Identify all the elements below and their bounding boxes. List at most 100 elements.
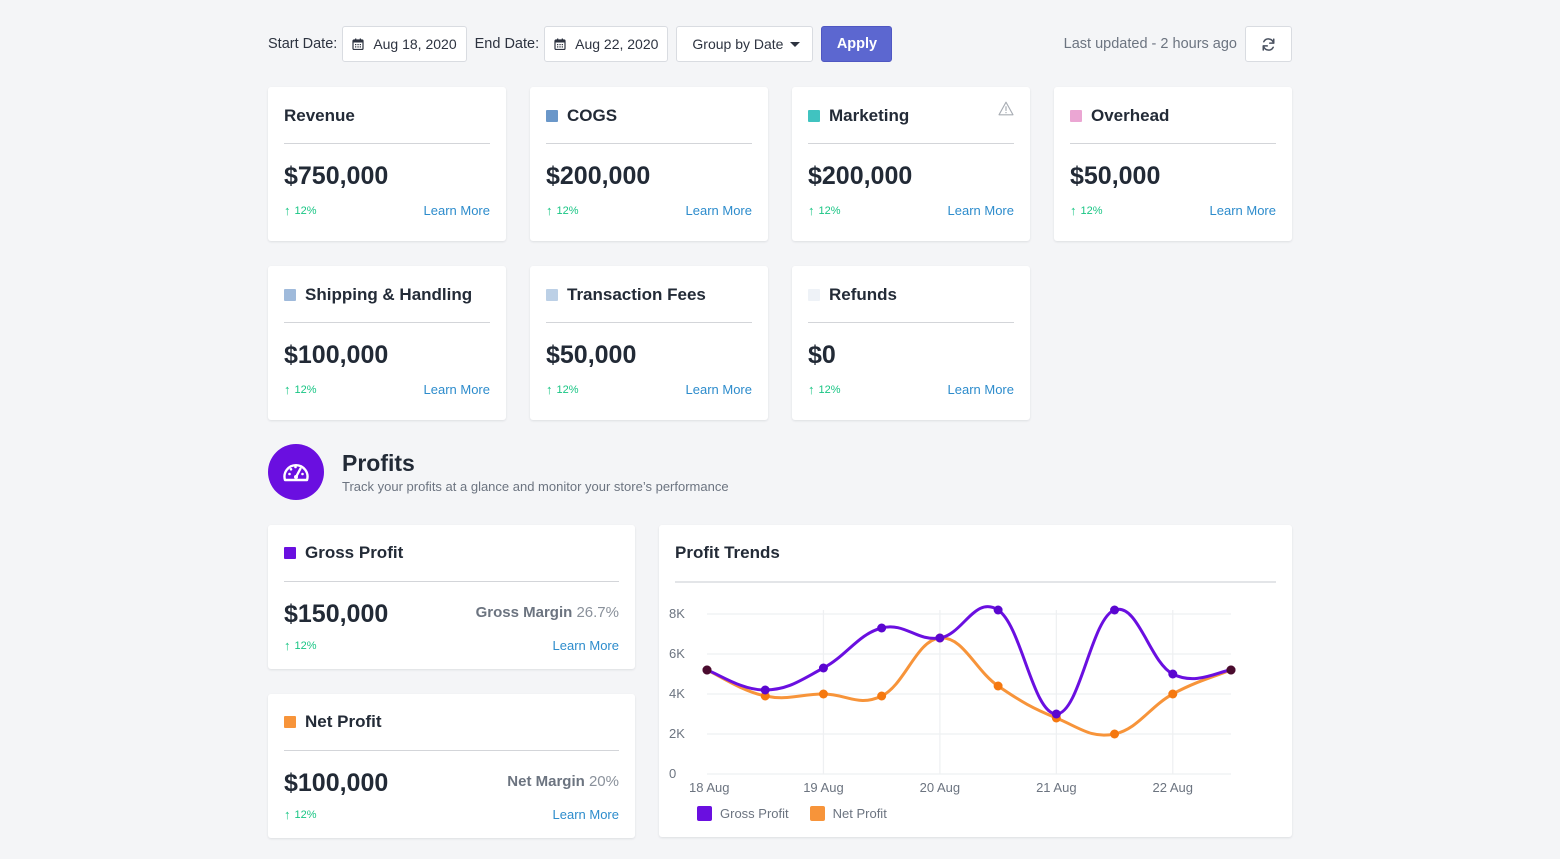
y-tick-label: 8K (669, 606, 685, 621)
metric-card-overhead: Overhead $50,000 ↑ 12% Learn More (1054, 87, 1292, 241)
metric-value: $200,000 (808, 162, 913, 190)
color-swatch (284, 547, 296, 559)
metric-value: $200,000 (546, 162, 651, 190)
start-date-picker[interactable]: Aug 18, 2020 (342, 26, 467, 62)
data-point-gross-profit (1226, 665, 1236, 675)
end-date-value: Aug 22, 2020 (575, 36, 659, 52)
divider (284, 322, 490, 323)
arrow-up-icon: ↑ (808, 203, 815, 218)
legend-item-net-profit[interactable]: Net Profit (809, 806, 887, 821)
profit-trends-chart: 0 2K 4K 6K 8K 18 Aug 19 Aug 20 Aug 21 Aug 22 Aug (669, 605, 1236, 795)
calendar-icon (352, 38, 364, 50)
metric-value: $50,000 (546, 341, 637, 369)
metric-title: Transaction Fees (567, 285, 706, 304)
color-swatch (546, 110, 558, 122)
y-tick-label: 2K (669, 726, 685, 741)
data-point-net-profit (1168, 689, 1178, 699)
margin-label: Gross Margin (475, 604, 573, 621)
learn-more-link[interactable]: Learn More (1210, 203, 1276, 218)
metric-title: Refunds (829, 285, 897, 304)
divider (546, 322, 752, 323)
data-point-gross-profit (935, 633, 945, 643)
data-point-gross-profit (818, 663, 828, 673)
profits-section-icon (268, 444, 324, 500)
margin-value: 26.7% (576, 604, 619, 621)
gross-margin: Gross Margin 26.7% (476, 604, 619, 621)
legend-label: Net Profit (832, 806, 887, 821)
trend-value: 12% (294, 808, 317, 821)
profit-value: $150,000 (284, 600, 389, 628)
learn-more-link[interactable]: Learn More (686, 382, 752, 397)
arrow-up-icon: ↑ (284, 203, 291, 218)
trend-indicator: ↑ 12% (546, 382, 579, 397)
metric-title: Shipping & Handling (305, 285, 473, 304)
learn-more-link[interactable]: Learn More (553, 638, 619, 653)
trend-indicator: ↑ 12% (1070, 203, 1103, 218)
data-point-net-profit (1110, 729, 1120, 739)
trend-indicator: ↑ 12% (284, 203, 317, 218)
metric-value: $100,000 (284, 341, 389, 369)
profit-title: Net Profit (305, 712, 382, 731)
color-swatch (546, 289, 558, 301)
metric-card-transaction-fees: Transaction Fees $50,000 ↑ 12% Learn More (530, 266, 768, 420)
divider (284, 143, 490, 144)
arrow-up-icon: ↑ (284, 638, 291, 653)
learn-more-link[interactable]: Learn More (553, 807, 619, 822)
metric-value: $50,000 (1070, 162, 1161, 190)
data-point-net-profit (877, 691, 887, 701)
apply-button[interactable]: Apply (821, 26, 893, 62)
trend-value: 12% (818, 204, 841, 217)
margin-value: 20% (588, 773, 619, 790)
y-tick-label: 4K (669, 686, 685, 701)
chart-legend: Gross Profit Net Profit (697, 806, 908, 821)
start-date-label: Start Date: (268, 36, 338, 52)
learn-more-link[interactable]: Learn More (424, 382, 490, 397)
divider (284, 750, 619, 751)
group-by-dropdown[interactable]: Group by Date (676, 26, 814, 62)
learn-more-link[interactable]: Learn More (686, 203, 752, 218)
net-margin: Net Margin 20% (507, 773, 619, 790)
metric-title: Revenue (284, 106, 355, 125)
gross-profit-card: Gross Profit $150,000 Gross Margin 26.7%… (268, 525, 635, 669)
trend-value: 12% (556, 204, 579, 217)
learn-more-link[interactable]: Learn More (948, 382, 1014, 397)
data-point-net-profit (993, 681, 1003, 691)
warning-icon[interactable] (998, 101, 1014, 116)
profit-trends-card: Profit Trends 0 2K 4K 6K 8K 18 Aug 19 Aug 20 Au… (659, 525, 1292, 837)
metric-value: $750,000 (284, 162, 389, 190)
divider (546, 143, 752, 144)
arrow-up-icon: ↑ (284, 807, 291, 822)
dashboard: Start Date: Aug 18, 2020 End Date: Aug 2… (0, 0, 1560, 859)
trend-indicator: ↑ 12% (284, 807, 317, 822)
calendar-icon (554, 38, 566, 50)
x-tick-label: 18 Aug (689, 780, 730, 795)
end-date-picker[interactable]: Aug 22, 2020 (544, 26, 669, 62)
learn-more-link[interactable]: Learn More (424, 203, 490, 218)
legend-swatch (697, 806, 712, 821)
metric-value: $0 (808, 341, 836, 369)
learn-more-link[interactable]: Learn More (948, 203, 1014, 218)
x-tick-label: 19 Aug (803, 780, 844, 795)
trend-indicator: ↑ 12% (808, 382, 841, 397)
group-by-value: Group by Date (692, 36, 784, 52)
trend-value: 12% (294, 204, 317, 217)
legend-item-gross-profit[interactable]: Gross Profit (697, 806, 789, 821)
profit-value: $100,000 (284, 769, 389, 797)
metric-card-shipping-handling: Shipping & Handling $100,000 ↑ 12% Learn … (268, 266, 506, 420)
data-point-gross-profit (1051, 709, 1061, 719)
trend-indicator: ↑ 12% (546, 203, 579, 218)
arrow-up-icon: ↑ (546, 203, 553, 218)
data-point-gross-profit (993, 605, 1003, 615)
last-updated-text: Last updated - 2 hours ago (1063, 36, 1237, 52)
metric-card-cogs: COGS $200,000 ↑ 12% Learn More (530, 87, 768, 241)
trend-value: 12% (556, 383, 579, 396)
color-swatch (808, 289, 820, 301)
divider (284, 581, 619, 582)
net-profit-card: Net Profit $100,000 Net Margin 20% ↑ 12% … (268, 694, 635, 838)
data-point-gross-profit (1168, 669, 1178, 679)
refresh-button[interactable] (1245, 26, 1292, 62)
refresh-icon (1262, 37, 1275, 51)
end-date-label: End Date: (474, 36, 540, 52)
color-swatch (1070, 110, 1082, 122)
legend-swatch (809, 806, 825, 821)
